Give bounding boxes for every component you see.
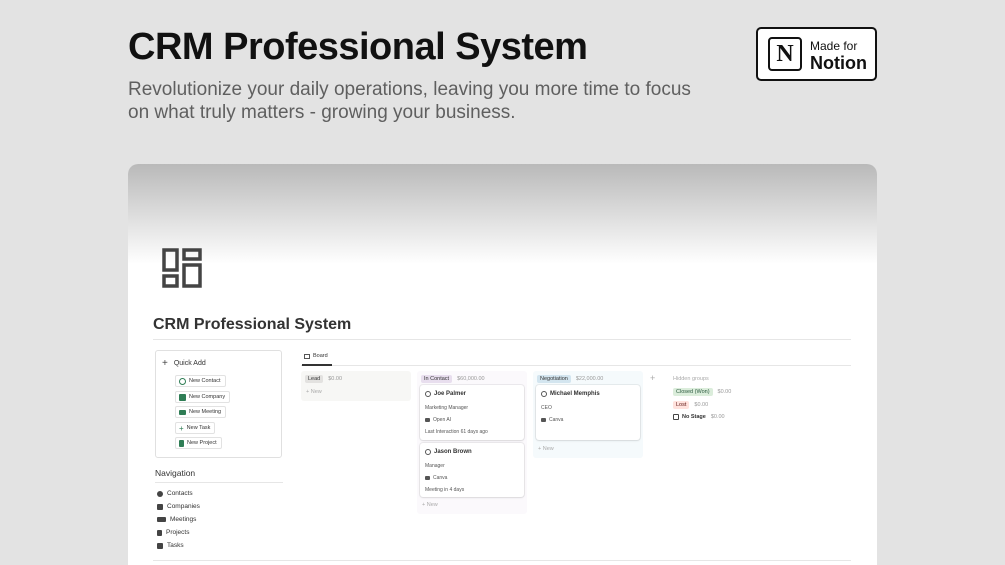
new-meeting-button[interactable]: New Meeting [175,406,227,418]
meeting-icon [179,409,186,415]
company-icon [179,393,186,401]
group-sum: $0.00 [694,402,709,408]
card-name: Joe Palmer [434,391,467,397]
nav-label: Projects [166,529,190,536]
board-icon [304,353,310,359]
nav-label: Tasks [167,542,184,549]
status-badge: Lost [673,401,690,409]
card-company: Canva [549,417,564,423]
card-note: Last Interaction 61 days ago [425,429,488,435]
new-card-button[interactable]: + New [306,389,322,395]
person-icon [541,391,547,397]
badge-line2: Notion [810,52,867,73]
meetings-icon [157,517,166,522]
group-sum: $0.00 [717,389,732,395]
companies-icon [157,503,163,510]
nav-label: Meetings [170,516,197,523]
card-role: Manager [425,463,445,469]
column-sum: $22,000.00 [575,376,604,382]
button-label: New Project [187,440,217,446]
contact-card[interactable]: Joe Palmer Marketing Manager Open AI Las… [420,385,524,440]
quick-add-panel: + Quick Add New Contact New Company New … [155,350,282,458]
nav-item-tasks[interactable]: Tasks [157,542,184,549]
nav-item-contacts[interactable]: Contacts [157,490,193,497]
tab-board[interactable]: Board [304,353,328,359]
navigation-heading: Navigation [155,468,196,478]
quick-add-header[interactable]: + Quick Add [162,358,206,369]
button-label: New Task [186,425,211,431]
notion-page-window: CRM Professional System + Quick Add New … [128,164,877,565]
plus-icon: + [179,423,184,433]
nav-item-projects[interactable]: Projects [157,529,189,536]
divider [153,560,851,561]
tasks-icon [157,542,163,549]
card-name: Michael Memphis [550,391,600,397]
new-card-button[interactable]: + New [538,446,554,452]
nav-item-companies[interactable]: Companies [157,503,200,510]
status-badge: Closed (Won) [673,388,713,396]
notion-logo-icon: N [768,37,802,71]
projects-icon [157,529,162,536]
contacts-icon [157,490,163,497]
divider [153,339,851,340]
person-icon [425,449,431,455]
hidden-group-lost[interactable]: Lost $0.00 [673,401,708,409]
hero-title: CRM Professional System [128,26,588,68]
card-name: Jason Brown [434,449,472,455]
badge-line1: Made for [810,38,858,53]
plus-icon: + [162,358,168,369]
board-column-lead: Lead $0.00 + New [301,371,411,401]
page-title: CRM Professional System [153,316,352,333]
divider [301,365,851,366]
card-note: Meeting in 4 days [425,487,465,493]
button-label: New Company [189,394,226,400]
company-icon [425,476,430,480]
contact-card[interactable]: Jason Brown Manager Canva Meeting in 4 d… [420,443,524,497]
button-label: New Contact [189,378,221,384]
quick-add-label: Quick Add [173,360,206,367]
add-group-button[interactable]: + [650,373,655,383]
new-project-button[interactable]: New Project [175,437,222,449]
hidden-group-no-stage[interactable]: No Stage $0.00 [673,414,725,420]
contact-card[interactable]: Michael Memphis CEO Canva [536,385,640,440]
document-icon [179,439,184,447]
hidden-group-closed-won[interactable]: Closed (Won) $0.00 [673,388,731,396]
tab-label: Board [313,353,328,359]
company-icon [425,418,430,422]
card-role: Marketing Manager [425,405,469,411]
new-task-button[interactable]: + New Task [175,422,216,434]
column-sum: $60,000.00 [457,376,485,382]
page-cover [128,164,877,264]
new-contact-button[interactable]: New Contact [175,375,226,387]
group-sum: $0.00 [710,414,725,420]
new-card-button[interactable]: + New [422,502,438,508]
status-badge: Lead [305,375,324,383]
column-sum: $0.00 [328,376,343,382]
hero-subtitle: Revolutionize your daily operations, lea… [128,79,691,123]
group-name: No Stage [682,414,706,420]
nav-item-meetings[interactable]: Meetings [157,516,196,523]
person-icon [425,391,431,397]
nav-label: Contacts [167,490,193,497]
active-tab-indicator [302,364,332,366]
divider [155,482,283,483]
card-company: Open AI [433,417,452,423]
status-badge: In Contact [421,375,453,383]
card-role: CEO [541,405,552,411]
status-badge: Negotiation [537,375,571,383]
card-company: Canva [433,475,448,481]
dashboard-icon[interactable] [162,248,204,290]
contact-icon [179,377,186,385]
nav-label: Companies [167,503,200,510]
board-column-in-contact: In Contact $60,000.00 Joe Palmer Marketi… [417,371,527,514]
board-column-negotiation: Negotiation $22,000.00 Michael Memphis C… [533,371,643,458]
made-for-notion-badge: N Made for Notion [756,27,877,81]
hidden-groups-heading: Hidden groups [673,376,709,382]
company-icon [541,418,546,422]
new-company-button[interactable]: New Company [175,391,231,403]
button-label: New Meeting [189,409,222,415]
no-stage-icon [673,414,679,420]
